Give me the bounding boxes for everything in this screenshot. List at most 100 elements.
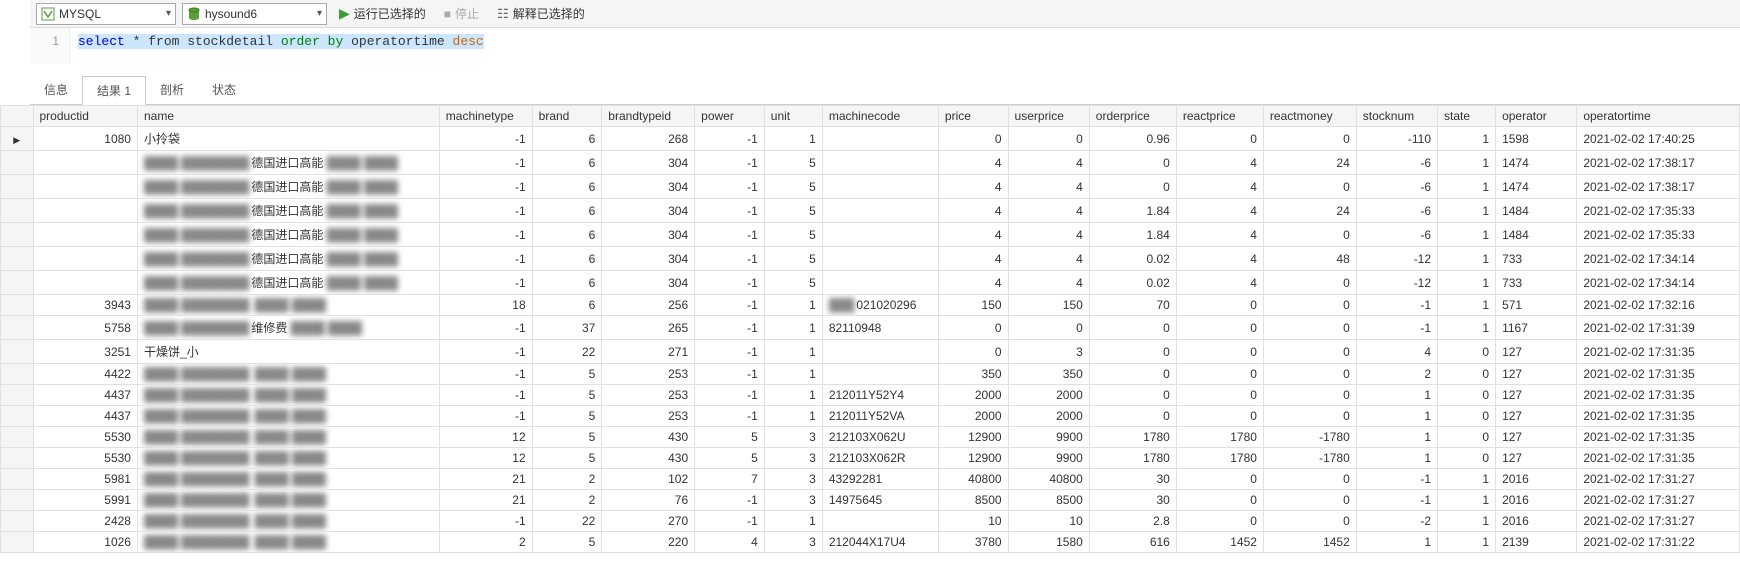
cell-reactmoney[interactable]: 0: [1263, 469, 1356, 490]
cell-operatortime[interactable]: 2021-02-02 17:32:16: [1577, 295, 1740, 316]
cell-reactprice[interactable]: 1780: [1176, 448, 1263, 469]
cell-brandtypeid[interactable]: 270: [602, 511, 695, 532]
cell-brandtypeid[interactable]: 265: [602, 316, 695, 340]
table-row[interactable]: ████ ████████德国进口高能 ████ ████-16304-1544…: [1, 199, 1740, 223]
cell-brandtypeid[interactable]: 304: [602, 271, 695, 295]
cell-stocknum[interactable]: -1: [1356, 316, 1437, 340]
sql-editor[interactable]: 1 select * from stockdetail order by ope…: [30, 28, 1740, 64]
cell-productid[interactable]: 1026: [33, 532, 137, 553]
tab-result-1[interactable]: 结果 1: [82, 76, 146, 105]
cell-stocknum[interactable]: 1: [1356, 406, 1437, 427]
cell-reactmoney[interactable]: 48: [1263, 247, 1356, 271]
cell-machinecode[interactable]: [822, 127, 938, 151]
cell-brand[interactable]: 5: [532, 385, 602, 406]
cell-state[interactable]: 1: [1438, 199, 1496, 223]
cell-price[interactable]: 8500: [938, 490, 1008, 511]
cell-power[interactable]: -1: [695, 247, 765, 271]
row-header[interactable]: [1, 364, 34, 385]
cell-brand[interactable]: 6: [532, 223, 602, 247]
cell-orderprice[interactable]: 1780: [1089, 448, 1176, 469]
cell-power[interactable]: -1: [695, 406, 765, 427]
cell-state[interactable]: 1: [1438, 295, 1496, 316]
cell-brandtypeid[interactable]: 102: [602, 469, 695, 490]
cell-machinecode[interactable]: [822, 247, 938, 271]
cell-userprice[interactable]: 40800: [1008, 469, 1089, 490]
cell-power[interactable]: -1: [695, 340, 765, 364]
cell-reactmoney[interactable]: -1780: [1263, 427, 1356, 448]
cell-brandtypeid[interactable]: 304: [602, 151, 695, 175]
cell-orderprice[interactable]: 0.02: [1089, 247, 1176, 271]
cell-price[interactable]: 2000: [938, 385, 1008, 406]
cell-brand[interactable]: 6: [532, 151, 602, 175]
cell-brandtypeid[interactable]: 220: [602, 532, 695, 553]
cell-reactmoney[interactable]: 24: [1263, 151, 1356, 175]
cell-orderprice[interactable]: 70: [1089, 295, 1176, 316]
row-header[interactable]: [1, 532, 34, 553]
cell-operator[interactable]: 733: [1496, 247, 1577, 271]
cell-machinecode[interactable]: [822, 364, 938, 385]
cell-userprice[interactable]: 3: [1008, 340, 1089, 364]
cell-machinetype[interactable]: -1: [439, 247, 532, 271]
cell-productid[interactable]: [33, 247, 137, 271]
cell-state[interactable]: 1: [1438, 247, 1496, 271]
cell-name[interactable]: ████ ████████ ████ ████: [137, 427, 439, 448]
cell-operator[interactable]: 1474: [1496, 175, 1577, 199]
table-row[interactable]: 5530████ ████████ ████ ████1254305321210…: [1, 448, 1740, 469]
cell-userprice[interactable]: 4: [1008, 271, 1089, 295]
cell-name[interactable]: ████ ████████ ████ ████: [137, 385, 439, 406]
cell-brand[interactable]: 2: [532, 469, 602, 490]
cell-price[interactable]: 3780: [938, 532, 1008, 553]
cell-productid[interactable]: [33, 199, 137, 223]
cell-stocknum[interactable]: -1: [1356, 490, 1437, 511]
table-row[interactable]: ████ ████████德国进口高能 ████ ████-16304-1544…: [1, 175, 1740, 199]
cell-userprice[interactable]: 2000: [1008, 385, 1089, 406]
db-connection-combo[interactable]: MYSQL ▾: [36, 3, 176, 25]
cell-machinecode[interactable]: [822, 175, 938, 199]
cell-operatortime[interactable]: 2021-02-02 17:31:27: [1577, 511, 1740, 532]
cell-name[interactable]: ████ ████████德国进口高能 ████ ████: [137, 223, 439, 247]
cell-brand[interactable]: 6: [532, 247, 602, 271]
col-productid[interactable]: productid: [33, 106, 137, 127]
cell-unit[interactable]: 5: [764, 223, 822, 247]
cell-name[interactable]: 干燥饼_小: [137, 340, 439, 364]
cell-brand[interactable]: 5: [532, 427, 602, 448]
cell-userprice[interactable]: 9900: [1008, 427, 1089, 448]
cell-name[interactable]: ████ ████████ ████ ████: [137, 364, 439, 385]
cell-orderprice[interactable]: 616: [1089, 532, 1176, 553]
cell-state[interactable]: 1: [1438, 532, 1496, 553]
stop-button[interactable]: ■ 停止: [438, 3, 485, 25]
cell-orderprice[interactable]: 0: [1089, 151, 1176, 175]
cell-machinecode[interactable]: 212103X062U: [822, 427, 938, 448]
col-machinetype[interactable]: machinetype: [439, 106, 532, 127]
cell-machinecode[interactable]: 43292281: [822, 469, 938, 490]
cell-operatortime[interactable]: 2021-02-02 17:31:35: [1577, 340, 1740, 364]
cell-state[interactable]: 0: [1438, 340, 1496, 364]
cell-reactprice[interactable]: 0: [1176, 364, 1263, 385]
row-header[interactable]: [1, 511, 34, 532]
cell-unit[interactable]: 1: [764, 295, 822, 316]
cell-state[interactable]: 0: [1438, 406, 1496, 427]
cell-operator[interactable]: 127: [1496, 406, 1577, 427]
cell-userprice[interactable]: 8500: [1008, 490, 1089, 511]
row-header[interactable]: [1, 427, 34, 448]
cell-userprice[interactable]: 9900: [1008, 448, 1089, 469]
cell-name[interactable]: ████ ████████ ████ ████: [137, 511, 439, 532]
cell-price[interactable]: 10: [938, 511, 1008, 532]
cell-orderprice[interactable]: 0.02: [1089, 271, 1176, 295]
cell-machinetype[interactable]: -1: [439, 199, 532, 223]
cell-state[interactable]: 0: [1438, 385, 1496, 406]
cell-unit[interactable]: 1: [764, 316, 822, 340]
cell-state[interactable]: 0: [1438, 448, 1496, 469]
cell-stocknum[interactable]: -6: [1356, 223, 1437, 247]
cell-machinetype[interactable]: 12: [439, 448, 532, 469]
cell-machinetype[interactable]: -1: [439, 271, 532, 295]
cell-operator[interactable]: 127: [1496, 385, 1577, 406]
cell-operator[interactable]: 1167: [1496, 316, 1577, 340]
run-selected-button[interactable]: ▶ 运行已选择的: [333, 3, 432, 25]
cell-state[interactable]: 1: [1438, 271, 1496, 295]
cell-userprice[interactable]: 10: [1008, 511, 1089, 532]
cell-unit[interactable]: 5: [764, 151, 822, 175]
cell-reactprice[interactable]: 4: [1176, 247, 1263, 271]
cell-machinetype[interactable]: 21: [439, 469, 532, 490]
cell-machinecode[interactable]: [822, 511, 938, 532]
